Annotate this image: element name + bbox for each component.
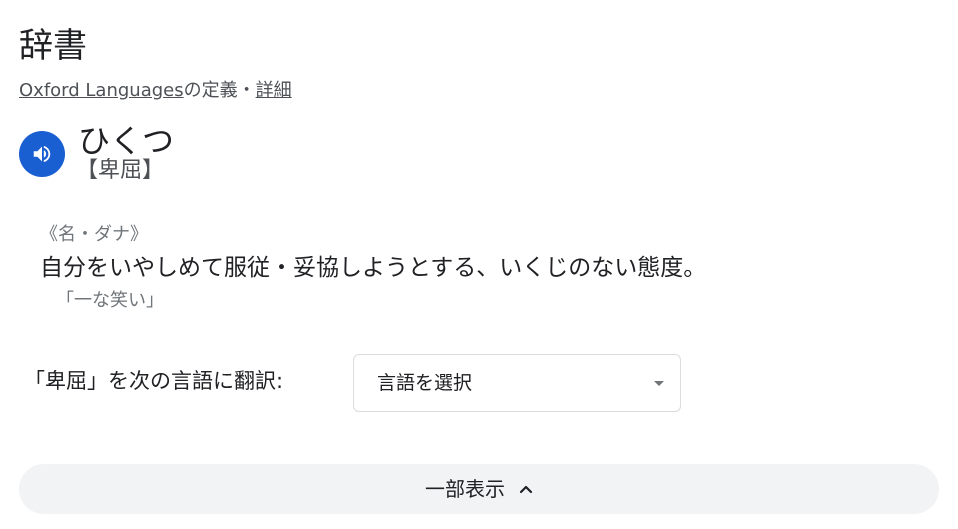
- usage-example: 「一な笑い」: [56, 290, 164, 311]
- chevron-up-icon: [519, 484, 533, 494]
- pronunciation-button[interactable]: [19, 131, 65, 177]
- show-less-button[interactable]: 一部表示: [19, 464, 939, 514]
- show-less-label: 一部表示: [425, 477, 505, 501]
- part-of-speech: 《名・ダナ》: [40, 224, 148, 245]
- speaker-icon: [33, 145, 51, 163]
- oxford-languages-link[interactable]: Oxford Languages: [19, 80, 184, 101]
- language-select-value: 言語を選択: [377, 372, 473, 394]
- translate-label: 「卑屈」を次の言語に翻訳:: [24, 369, 284, 393]
- details-link[interactable]: 詳細: [256, 80, 292, 101]
- source-suffix: の定義: [183, 80, 238, 101]
- source-line: Oxford Languagesの定義・詳細: [19, 79, 292, 103]
- dictionary-title: 辞書: [19, 26, 87, 66]
- word-kanji: 【卑屈】: [76, 158, 165, 183]
- language-select[interactable]: 言語を選択: [353, 354, 681, 412]
- dropdown-arrow-icon: [654, 381, 664, 386]
- source-separator: ・: [237, 80, 256, 101]
- definition-text: 自分をいやしめて服従・妥協しようとする、いくじのない態度。: [40, 255, 707, 281]
